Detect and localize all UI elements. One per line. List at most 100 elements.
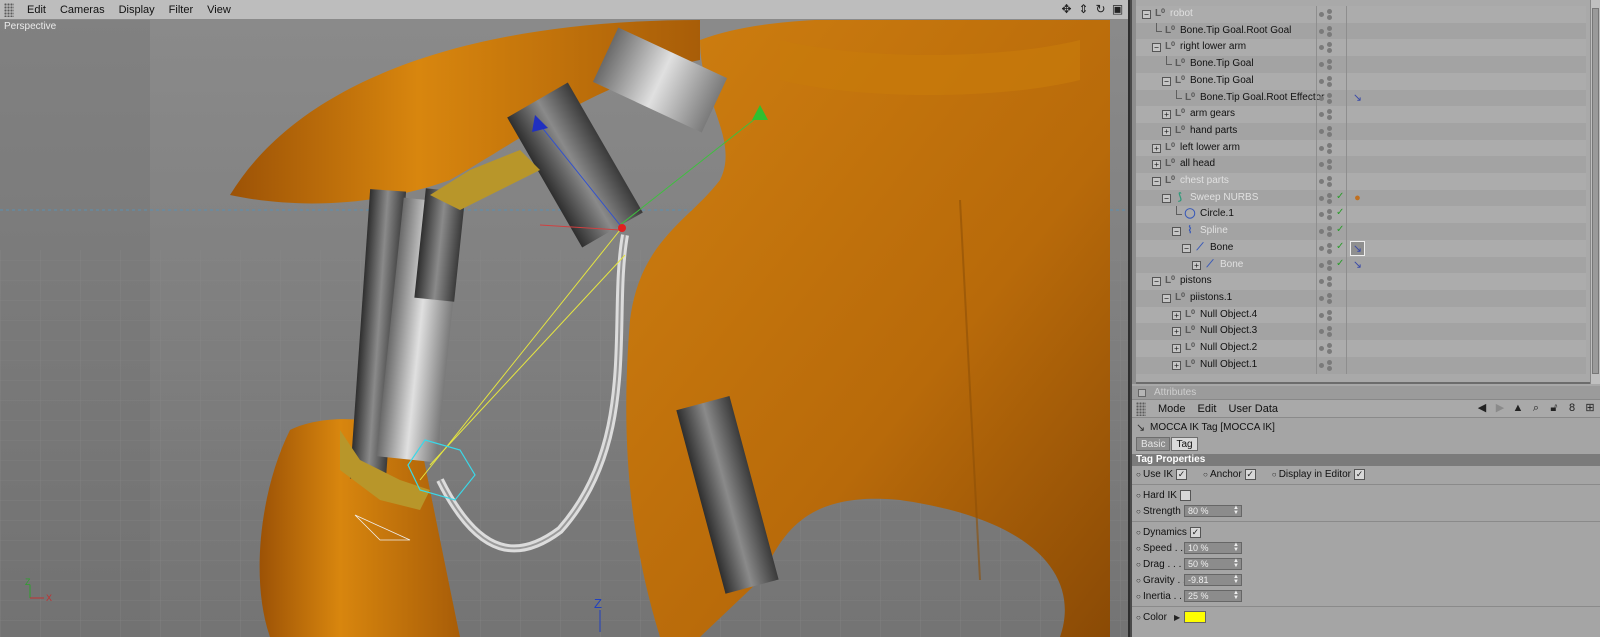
collapse-icon[interactable]: − [1142, 10, 1151, 19]
collapse-icon[interactable]: − [1162, 293, 1171, 303]
object-row[interactable]: L⁰ Bone.Tip Goal [1136, 56, 1586, 74]
object-name[interactable]: Bone.Tip Goal.Root Goal [1180, 25, 1291, 36]
color-swatch[interactable] [1184, 611, 1206, 623]
object-name[interactable]: left lower arm [1180, 142, 1240, 153]
back-arrow-icon[interactable]: ◀ [1476, 401, 1488, 416]
maximize-view-icon[interactable]: ▣ [1111, 2, 1124, 17]
visibility-dots-icon[interactable] [1319, 142, 1339, 154]
spinner-arrows-icon[interactable]: ▲ ▼ [1233, 505, 1239, 516]
object-name[interactable]: Null Object.4 [1200, 309, 1257, 320]
rotate-view-icon[interactable]: ↻ [1094, 2, 1107, 17]
spinner-arrows-icon[interactable]: ▲ ▼ [1233, 590, 1239, 601]
drag-field[interactable]: 50 % ▲ ▼ [1184, 558, 1242, 570]
object-row[interactable]: − L⁰ robot [1136, 6, 1586, 23]
visibility-dots-icon[interactable] [1319, 309, 1339, 321]
object-name[interactable]: Bone.Tip Goal [1190, 58, 1254, 69]
expand-icon[interactable]: + [1172, 310, 1181, 320]
strength-field[interactable]: 80 % ▲ ▼ [1184, 505, 1242, 517]
object-name[interactable]: chest parts [1180, 175, 1229, 186]
object-name[interactable]: Circle.1 [1200, 208, 1234, 219]
object-row[interactable]: L⁰ Bone.Tip Goal.Root Effector ↘ [1136, 89, 1586, 107]
object-row[interactable]: + L⁰ Null Object.1 [1136, 356, 1586, 374]
spinner-arrows-icon[interactable]: ▲ ▼ [1233, 542, 1239, 553]
3d-scene[interactable]: Z X Z [0, 20, 1130, 637]
collapse-icon[interactable]: − [1152, 177, 1161, 186]
menu-user-data[interactable]: User Data [1223, 403, 1285, 415]
speed-field[interactable]: 10 % ▲ ▼ [1184, 542, 1242, 554]
menu-filter[interactable]: Filter [162, 4, 200, 16]
expand-icon[interactable]: + [1172, 360, 1181, 370]
expand-icon[interactable]: + [1172, 344, 1181, 353]
enabled-check-icon[interactable]: ✓ [1336, 258, 1344, 269]
object-row[interactable]: − L⁰ piistons.1 [1136, 289, 1586, 307]
visibility-dots-icon[interactable] [1319, 75, 1339, 87]
collapse-icon[interactable]: − [1152, 277, 1161, 287]
menu-display[interactable]: Display [112, 4, 162, 16]
menu-mode[interactable]: Mode [1152, 403, 1192, 415]
visibility-dots-icon[interactable] [1319, 9, 1339, 20]
visibility-dots-icon[interactable] [1319, 25, 1339, 37]
dynamics-checkbox[interactable]: ✓ [1189, 526, 1201, 538]
menu-view[interactable]: View [200, 4, 238, 16]
forward-arrow-icon[interactable]: ▶ [1494, 401, 1506, 416]
object-row[interactable]: + L⁰ left lower arm [1136, 139, 1586, 157]
object-name[interactable]: right lower arm [1180, 41, 1246, 52]
object-row[interactable]: − L⁰ right lower arm [1136, 39, 1586, 57]
object-name[interactable]: all head [1180, 158, 1215, 169]
spinner-arrows-icon[interactable]: ▲ ▼ [1233, 574, 1239, 585]
menu-edit[interactable]: Edit [1192, 403, 1223, 415]
enabled-check-icon[interactable]: ✓ [1336, 241, 1344, 252]
ik-tag-selected-icon[interactable]: ↘ [1350, 240, 1365, 256]
visibility-dots-icon[interactable] [1319, 159, 1339, 171]
hard-ik-checkbox[interactable] [1179, 489, 1191, 501]
material-tag-icon[interactable]: ● [1350, 191, 1365, 206]
object-name[interactable]: piistons.1 [1190, 292, 1232, 303]
visibility-dots-icon[interactable] [1319, 176, 1339, 187]
expand-icon[interactable]: + [1162, 110, 1171, 120]
object-name[interactable]: Null Object.2 [1200, 342, 1257, 353]
visibility-dots-icon[interactable] [1319, 125, 1339, 137]
object-row[interactable]: − L⁰ pistons [1136, 273, 1586, 291]
collapse-icon[interactable]: − [1162, 76, 1171, 86]
expand-icon[interactable]: + [1152, 143, 1161, 153]
grip-handle-icon[interactable] [1136, 401, 1146, 416]
link-icon[interactable]: 8 [1566, 401, 1578, 416]
object-row[interactable]: + L⁰ arm gears [1136, 106, 1586, 124]
object-name[interactable]: Spline [1200, 225, 1228, 236]
visibility-dots-icon[interactable] [1319, 359, 1339, 371]
visibility-dots-icon[interactable] [1319, 42, 1339, 54]
ik-tag-icon[interactable]: ↘ [1350, 258, 1365, 273]
inertia-field[interactable]: 25 % ▲ ▼ [1184, 590, 1242, 602]
object-row[interactable]: L⁰ Bone.Tip Goal.Root Goal [1136, 22, 1586, 40]
collapse-icon[interactable]: − [1162, 193, 1171, 203]
visibility-dots-icon[interactable] [1319, 292, 1339, 304]
object-row[interactable]: − ⟋ Bone ✓ ↘ [1136, 239, 1586, 257]
object-row[interactable]: + ⟋ Bone ✓ ↘ [1136, 256, 1586, 274]
use-ik-checkbox[interactable]: ✓ [1176, 468, 1188, 480]
collapse-icon[interactable]: − [1182, 243, 1191, 253]
object-row[interactable]: + L⁰ all head [1136, 156, 1586, 174]
object-name[interactable]: Bone [1210, 242, 1233, 253]
tab-basic[interactable]: Basic [1136, 437, 1171, 451]
expand-arrow-icon[interactable]: ▶ [1174, 613, 1180, 622]
menu-edit[interactable]: Edit [20, 4, 53, 16]
perspective-viewport[interactable]: Edit Cameras Display Filter View ✥ ⇕ ↻ ▣… [0, 0, 1130, 637]
visibility-dots-icon[interactable] [1319, 276, 1339, 288]
tab-tag[interactable]: Tag [1171, 437, 1198, 451]
object-name[interactable]: Sweep NURBS [1190, 192, 1258, 203]
object-row[interactable]: + L⁰ Null Object.4 [1136, 306, 1586, 324]
object-name[interactable]: Bone.Tip Goal [1190, 75, 1254, 86]
spinner-arrows-icon[interactable]: ▲ ▼ [1233, 558, 1239, 569]
new-manager-icon[interactable]: ⊞ [1584, 401, 1596, 416]
object-row[interactable]: + L⁰ hand parts [1136, 122, 1586, 140]
up-arrow-icon[interactable]: ▲ [1512, 401, 1524, 416]
object-name[interactable]: arm gears [1190, 108, 1235, 119]
expand-icon[interactable]: + [1192, 260, 1201, 270]
object-row[interactable]: − L⁰ Bone.Tip Goal [1136, 72, 1586, 90]
move-view-icon[interactable]: ✥ [1060, 2, 1073, 17]
expand-icon[interactable]: + [1152, 160, 1161, 170]
object-manager-scrollbar[interactable] [1590, 0, 1600, 384]
object-row[interactable]: − ⟆ Sweep NURBS ✓ ● [1136, 189, 1586, 207]
expand-icon[interactable]: + [1162, 126, 1171, 136]
visibility-dots-icon[interactable] [1319, 92, 1339, 104]
